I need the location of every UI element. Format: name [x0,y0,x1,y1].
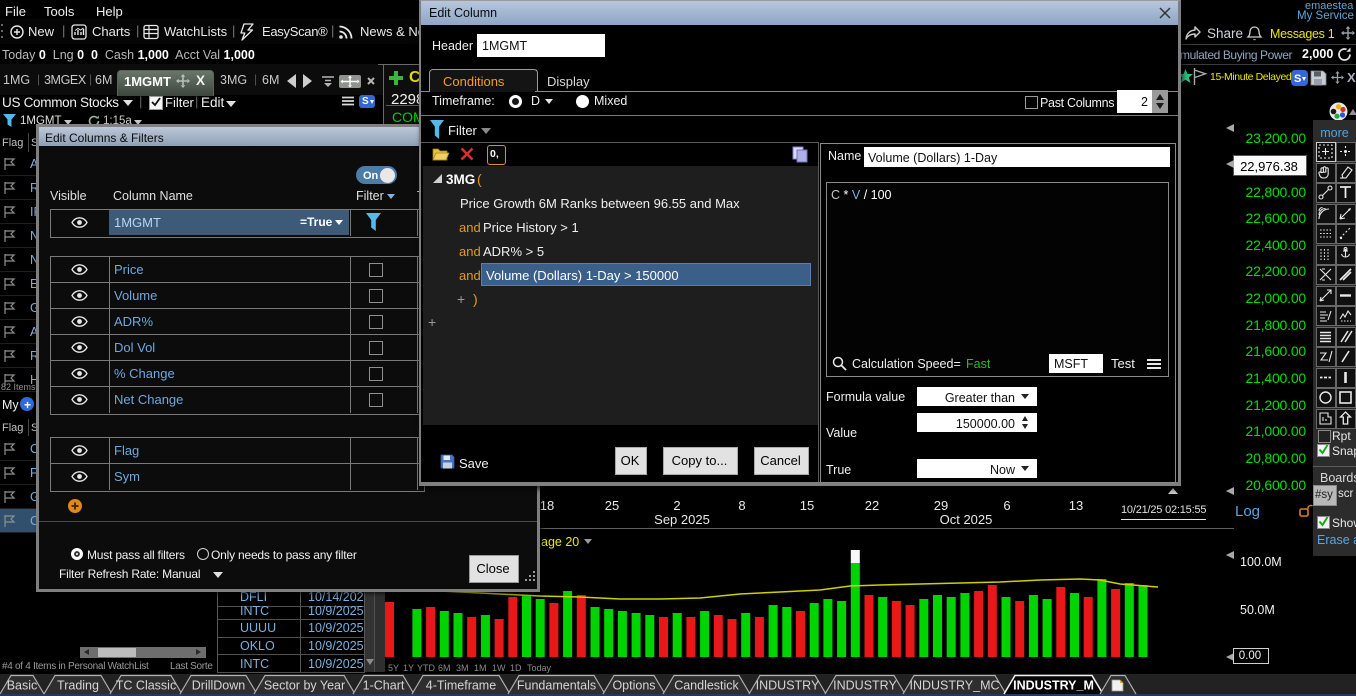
svg-text:Candlestick: Candlestick [674,679,739,693]
svg-text:INDUSTRY_MC: INDUSTRY_MC [909,679,999,693]
svg-text:4-Timeframe: 4-Timeframe [426,679,496,693]
svg-text:1-Chart: 1-Chart [363,679,405,693]
svg-text:INDUSTRY_M: INDUSTRY_M [1013,679,1094,693]
svg-text:Basic: Basic [7,679,38,693]
svg-text:INDUSTRY: INDUSTRY [833,679,897,693]
svg-text:Trading: Trading [57,679,99,693]
svg-text:DrillDown: DrillDown [192,679,246,693]
svg-text:Sector by Year: Sector by Year [264,679,345,693]
svg-text:Options: Options [612,679,655,693]
svg-text:TC Classic: TC Classic [116,679,176,693]
svg-text:INDUSTRY: INDUSTRY [756,679,820,693]
svg-text:Fundamentals: Fundamentals [517,679,596,693]
